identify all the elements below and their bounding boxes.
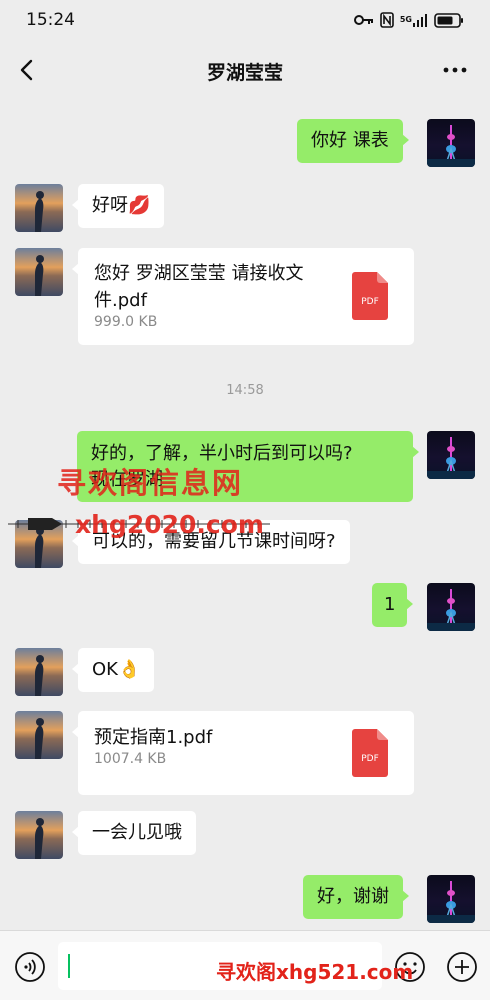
my-message-bubble[interactable]: 1: [372, 583, 414, 627]
message-text: 一会儿见哦: [92, 822, 182, 843]
person-silhouette-image: [35, 255, 44, 296]
voice-icon: [15, 952, 45, 982]
my-avatar[interactable]: [427, 431, 475, 479]
message-text: 1: [384, 594, 396, 615]
tower-avatar-image: [427, 437, 475, 479]
file-message-card[interactable]: 预定指南1.pdf 1007.4 KB PDF: [72, 711, 414, 795]
file-size: 1007.4 KB: [94, 751, 167, 767]
tower-avatar-image: [427, 881, 475, 923]
plus-icon: [447, 952, 477, 982]
my-message-bubble[interactable]: 好的，了解，半小时后到可以吗? 现在罗湖: [77, 431, 419, 502]
message-text-line-2: 现在罗湖: [91, 469, 163, 490]
watermark-ruler-graphic: [8, 518, 270, 530]
person-silhouette-image: [35, 191, 44, 232]
person-silhouette-image: [35, 718, 44, 759]
contact-avatar[interactable]: [15, 248, 63, 296]
more-functions-button[interactable]: [446, 951, 478, 983]
chat-header: 罗湖莹莹: [0, 40, 490, 100]
timestamp: 14:58: [226, 383, 264, 398]
voice-button[interactable]: [14, 951, 46, 983]
emoji-button[interactable]: [394, 951, 426, 983]
more-dots-icon: [443, 67, 467, 73]
my-message-bubble[interactable]: 你好 课表: [297, 119, 409, 163]
file-name: 您好 罗湖区莹莹 请接收文件.pdf: [94, 263, 304, 311]
my-avatar[interactable]: [427, 119, 475, 167]
contact-avatar[interactable]: [15, 711, 63, 759]
pdf-label: PDF: [361, 754, 379, 764]
message-text: 可以的，需要留几节课时间呀?: [92, 531, 336, 552]
pdf-label: PDF: [361, 297, 379, 307]
tower-avatar-image: [427, 125, 475, 167]
file-message-card[interactable]: 您好 罗湖区莹莹 请接收文件.pdf 999.0 KB PDF: [72, 248, 414, 345]
contact-message-bubble[interactable]: OK👌: [71, 648, 155, 692]
tower-avatar-image: [427, 589, 475, 631]
pdf-file-icon: PDF: [352, 729, 388, 777]
person-silhouette-image: [35, 818, 44, 859]
message-text: 你好 课表: [311, 130, 389, 151]
file-name: 预定指南1.pdf: [94, 727, 213, 748]
text-caret: [68, 954, 70, 978]
pdf-file-icon: PDF: [352, 272, 388, 320]
contact-message-bubble[interactable]: 一会儿见哦: [72, 811, 196, 855]
message-text: 好呀💋: [92, 195, 151, 216]
file-size: 999.0 KB: [94, 314, 158, 330]
contact-avatar[interactable]: [15, 184, 63, 232]
chat-title: 罗湖莹莹: [206, 62, 283, 84]
message-input[interactable]: [58, 942, 382, 990]
message-text: 好，谢谢: [317, 886, 389, 907]
my-message-bubble[interactable]: 好，谢谢: [303, 875, 409, 919]
input-bar: [0, 930, 490, 1000]
message-text: OK👌: [92, 659, 141, 680]
person-silhouette-image: [35, 655, 44, 696]
signal-icon: 5G: [400, 13, 428, 27]
contact-avatar[interactable]: [15, 811, 63, 859]
my-avatar[interactable]: [427, 583, 475, 631]
status-time: 15:24: [26, 10, 75, 30]
network-label: 5G: [399, 15, 412, 24]
status-icons: 5G: [353, 12, 464, 28]
message-text: 好的，了解，半小时后到可以吗?: [91, 443, 353, 464]
my-avatar[interactable]: [427, 875, 475, 923]
key-icon: [353, 13, 374, 27]
more-button[interactable]: [440, 56, 470, 84]
contact-message-bubble[interactable]: 好呀💋: [71, 184, 165, 228]
contact-avatar[interactable]: [15, 648, 63, 696]
status-bar: 15:24 5G: [0, 0, 490, 40]
emoji-icon: [395, 952, 425, 982]
battery-icon: [434, 12, 464, 28]
nfc-icon: [380, 12, 394, 28]
